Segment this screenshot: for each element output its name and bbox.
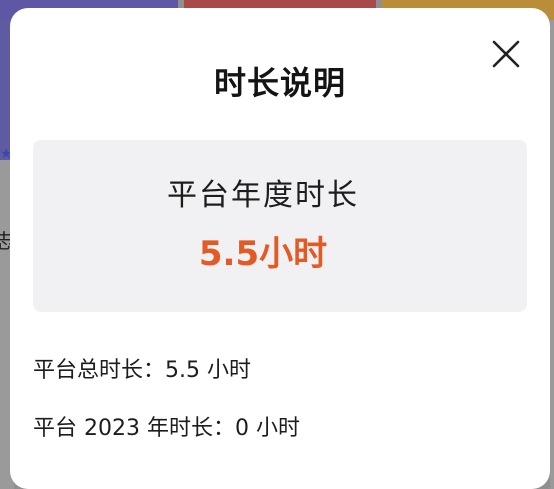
duration-info-dialog: 时长说明 平台年度时长 5.5小时 平台总时长：5.5 小时 平台 2023 年…: [10, 8, 550, 489]
annual-duration-card: 平台年度时长 5.5小时: [33, 140, 527, 312]
total-duration-text: 平台总时长：5.5 小时: [33, 358, 251, 383]
card-value: 5.5小时: [198, 234, 328, 274]
dialog-title: 时长说明: [213, 64, 346, 102]
year-duration-text: 平台 2023 年时长：0 小时: [33, 416, 300, 441]
card-label: 平台年度时长: [167, 178, 359, 213]
background-right-edge: [550, 20, 554, 489]
